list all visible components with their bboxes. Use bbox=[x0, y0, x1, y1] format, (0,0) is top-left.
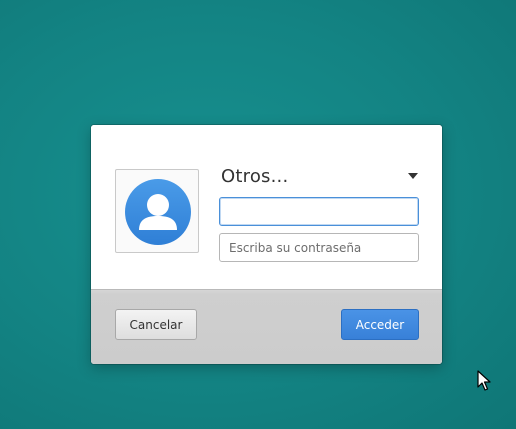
chevron-down-icon bbox=[408, 173, 418, 179]
avatar bbox=[115, 169, 199, 253]
login-dialog: Otros... Cancelar Acceder bbox=[91, 125, 442, 364]
username-input[interactable] bbox=[219, 197, 419, 226]
login-button[interactable]: Acceder bbox=[341, 309, 419, 340]
login-dialog-body: Otros... bbox=[91, 125, 442, 289]
mouse-cursor-icon bbox=[477, 370, 491, 391]
user-selector-dropdown[interactable]: Otros... bbox=[219, 163, 419, 191]
user-avatar-icon bbox=[125, 179, 191, 245]
password-input[interactable] bbox=[219, 233, 419, 262]
cancel-button[interactable]: Cancelar bbox=[115, 309, 197, 340]
user-selector-label: Otros... bbox=[221, 166, 289, 187]
